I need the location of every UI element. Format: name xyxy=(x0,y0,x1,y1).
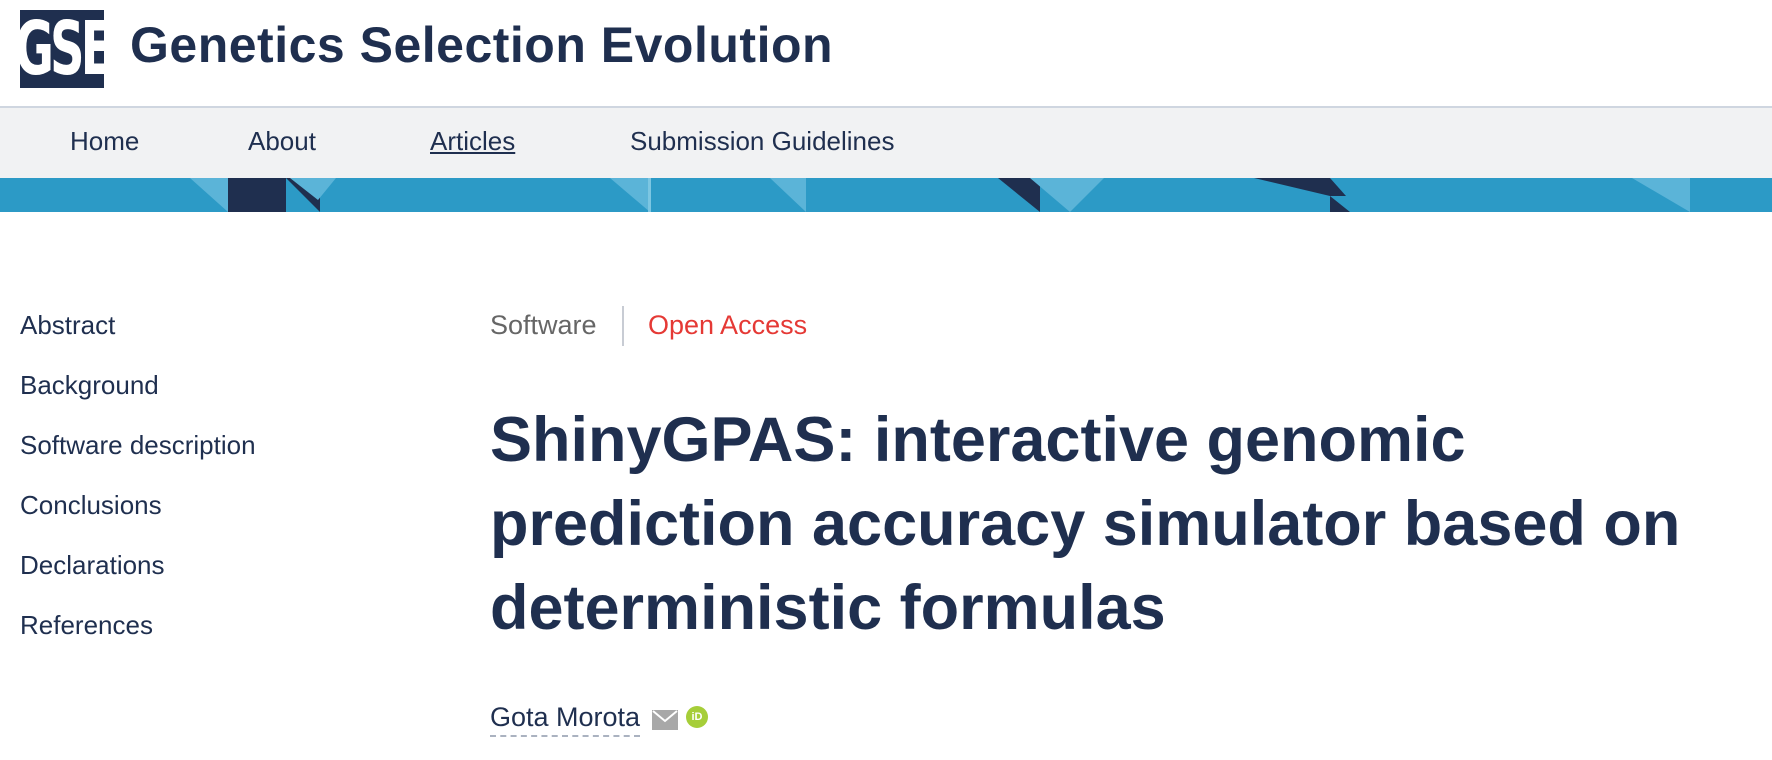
sidebar-item-software-description[interactable]: Software description xyxy=(20,430,256,461)
journal-logo[interactable]: GSE xyxy=(15,6,114,93)
nav-submission-guidelines[interactable]: Submission Guidelines xyxy=(630,126,894,157)
sidebar-item-conclusions[interactable]: Conclusions xyxy=(20,490,162,521)
nav-articles[interactable]: Articles xyxy=(430,126,515,157)
sidebar-item-declarations[interactable]: Declarations xyxy=(20,550,165,581)
journal-title[interactable]: Genetics Selection Evolution xyxy=(130,16,833,74)
sidebar-item-abstract[interactable]: Abstract xyxy=(20,310,115,341)
article-type: Software xyxy=(490,310,597,340)
banner-shape xyxy=(228,178,286,212)
nav-about[interactable]: About xyxy=(248,126,316,157)
decorative-banner xyxy=(0,178,1772,212)
site-header: GSE Genetics Selection Evolution xyxy=(0,0,1772,106)
logo-text: GSE xyxy=(14,5,114,93)
sidebar-item-background[interactable]: Background xyxy=(20,370,159,401)
nav-home[interactable]: Home xyxy=(70,126,139,157)
main-nav: Home About Articles Submission Guideline… xyxy=(0,106,1772,178)
mail-icon[interactable] xyxy=(652,710,678,730)
article-title: ShinyGPAS: interactive genomic predictio… xyxy=(490,405,1681,643)
author-link[interactable]: Gota Morota xyxy=(490,702,641,737)
divider xyxy=(622,306,624,346)
sidebar-item-references[interactable]: References xyxy=(20,610,153,641)
orcid-icon[interactable]: iD xyxy=(686,706,708,728)
banner-shape xyxy=(648,178,651,212)
open-access-badge: Open Access xyxy=(648,310,808,340)
